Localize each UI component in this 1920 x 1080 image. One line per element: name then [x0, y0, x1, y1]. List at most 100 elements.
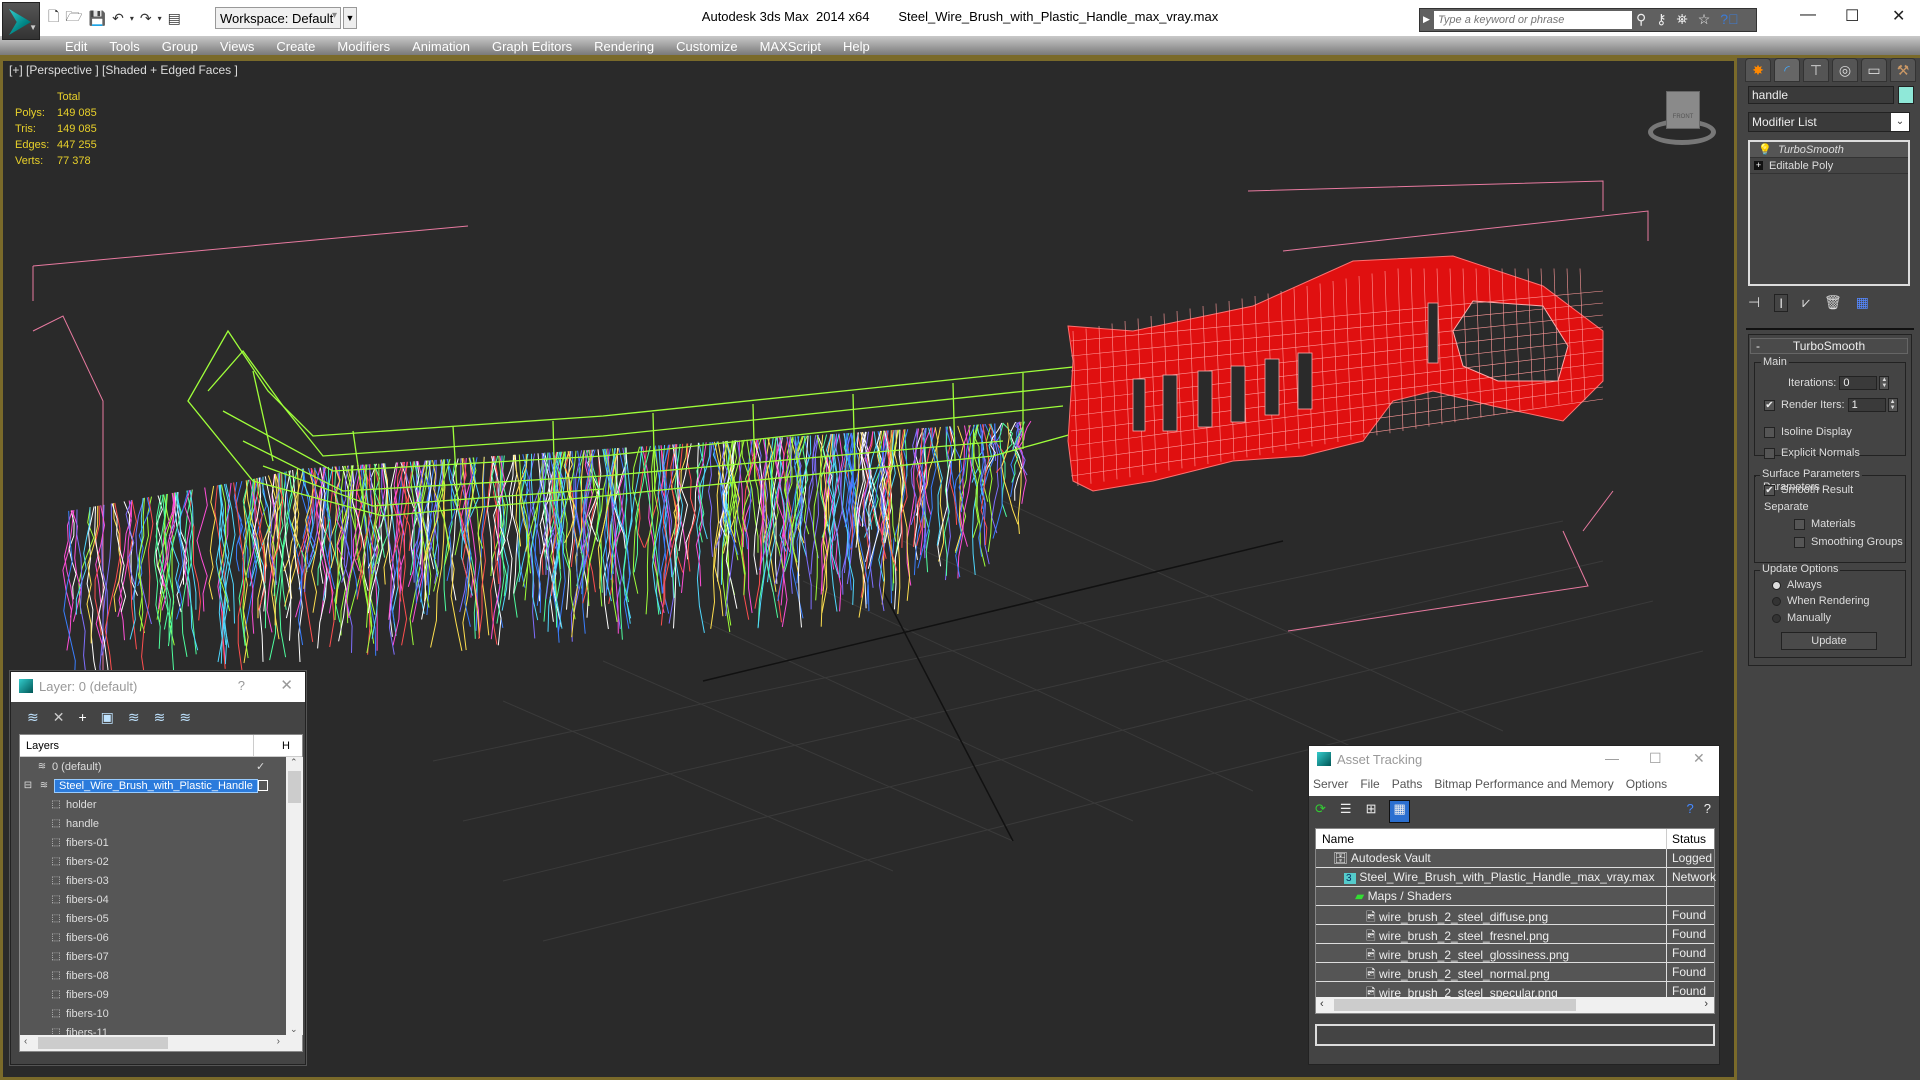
- layer-row[interactable]: ≋ 0 (default) ✓: [20, 757, 286, 776]
- tree-view-icon[interactable]: ⊞: [1366, 801, 1377, 822]
- viewcube[interactable]: FRONT: [1646, 91, 1718, 151]
- menu-server[interactable]: Server: [1313, 777, 1348, 796]
- pin-stack-icon[interactable]: ⊣: [1748, 294, 1760, 312]
- display-tab-icon[interactable]: ▭: [1861, 58, 1887, 82]
- scroll-thumb[interactable]: [38, 1037, 168, 1049]
- menu-tools[interactable]: Tools: [99, 39, 151, 54]
- key-icon[interactable]: ⚷: [1656, 11, 1666, 28]
- remove-modifier-icon[interactable]: 🗑: [1824, 294, 1842, 312]
- make-unique-icon[interactable]: ⩗: [1802, 294, 1810, 312]
- modify-tab-icon[interactable]: ◜: [1774, 58, 1800, 82]
- asset-row[interactable]: 🖻 wire_brush_2_steel_fresnel.png Found: [1316, 925, 1714, 944]
- help-button[interactable]: ?: [238, 678, 245, 693]
- object-row[interactable]: ⬚ fibers-07: [20, 947, 286, 966]
- scroll-right-icon[interactable]: ›: [277, 1036, 280, 1047]
- maximize-button[interactable]: ☐: [1845, 6, 1859, 26]
- asset-row[interactable]: 🗄 Autodesk Vault Logged O: [1316, 849, 1716, 868]
- object-row[interactable]: ⬚ fibers-04: [20, 890, 286, 909]
- menu-rendering[interactable]: Rendering: [584, 39, 666, 54]
- object-row[interactable]: ⬚ fibers-01: [20, 833, 286, 852]
- vertical-scrollbar[interactable]: ⌃ ⌄: [286, 757, 303, 1035]
- object-row[interactable]: ⬚ fibers-08: [20, 966, 286, 985]
- horizontal-scrollbar[interactable]: ‹ ›: [1316, 997, 1714, 1013]
- close-button[interactable]: ✕: [1892, 6, 1905, 26]
- help-icon[interactable]: ?⃝: [1720, 11, 1738, 28]
- minimize-button[interactable]: —: [1605, 750, 1619, 766]
- minimize-button[interactable]: —: [1800, 6, 1816, 24]
- binoculars-icon[interactable]: ⚲: [1636, 11, 1646, 28]
- menu-edit[interactable]: Edit: [55, 39, 99, 54]
- create-layer-icon[interactable]: ≋: [27, 709, 39, 732]
- asset-row[interactable]: 🖻 wire_brush_2_steel_glossiness.png Found: [1316, 944, 1714, 963]
- motion-tab-icon[interactable]: ◎: [1832, 58, 1858, 82]
- dialog-titlebar[interactable]: Asset Tracking — ☐ ✕: [1309, 746, 1719, 774]
- column-hide[interactable]: H: [282, 740, 290, 752]
- stack-item-turbosmooth[interactable]: 💡 TurboSmooth: [1750, 142, 1908, 158]
- object-row[interactable]: ⬚ fibers-06: [20, 928, 286, 947]
- scroll-down-icon[interactable]: ⌄: [290, 1024, 298, 1035]
- satellite-icon[interactable]: ⛯: [1677, 11, 1688, 28]
- scroll-thumb[interactable]: [288, 771, 301, 803]
- menu-group[interactable]: Group: [152, 39, 210, 54]
- collapse-icon[interactable]: ⊟: [22, 780, 34, 791]
- menu-file[interactable]: File: [1360, 777, 1379, 796]
- close-button[interactable]: ✕: [1693, 750, 1705, 767]
- list-view-icon[interactable]: ☰: [1340, 801, 1352, 822]
- menu-paths[interactable]: Paths: [1392, 777, 1423, 796]
- modifier-list-dropdown[interactable]: Modifier List ⌄: [1748, 112, 1910, 132]
- object-row[interactable]: ⬚ fibers-11: [20, 1023, 286, 1036]
- maximize-button[interactable]: ☐: [1649, 750, 1662, 767]
- vault-disconnected-icon[interactable]: ?: [1704, 801, 1711, 816]
- add-to-layer-icon[interactable]: +: [78, 709, 86, 732]
- column-name[interactable]: Name: [1322, 832, 1354, 846]
- close-button[interactable]: ✕: [280, 676, 293, 694]
- layer-row[interactable]: ⊟ ≋ Steel_Wire_Brush_with_Plastic_Handle: [20, 776, 286, 795]
- menu-customize[interactable]: Customize: [666, 39, 749, 54]
- viewport-label-menu[interactable]: [+] [Perspective ] [Shaded + Edged Faces…: [9, 63, 238, 77]
- menu-animation[interactable]: Animation: [402, 39, 482, 54]
- expand-plus-icon[interactable]: +: [1754, 161, 1763, 170]
- expand-arrow-icon[interactable]: ▶: [1423, 14, 1430, 25]
- object-row[interactable]: ⬚ fibers-03: [20, 871, 286, 890]
- current-layer-checkmark-icon[interactable]: ✓: [256, 760, 265, 773]
- scroll-left-icon[interactable]: ‹: [24, 1036, 27, 1047]
- lightbulb-icon[interactable]: 💡: [1758, 143, 1772, 156]
- select-layer-icon[interactable]: ≋: [128, 709, 140, 732]
- scroll-up-icon[interactable]: ⌃: [290, 757, 298, 768]
- menu-options[interactable]: Options: [1626, 777, 1667, 796]
- scroll-thumb[interactable]: [1334, 999, 1576, 1011]
- column-layers[interactable]: Layers: [26, 740, 59, 752]
- object-row[interactable]: ⬚ handle: [20, 814, 286, 833]
- configure-modifier-sets-icon[interactable]: ▦: [1856, 294, 1869, 312]
- utilities-tab-icon[interactable]: ⚒: [1890, 58, 1916, 82]
- object-name-field[interactable]: [1748, 86, 1894, 104]
- menu-maxscript[interactable]: MAXScript: [750, 39, 833, 54]
- asset-row[interactable]: 🖻 wire_brush_2_steel_normal.png Found: [1316, 963, 1714, 982]
- object-row[interactable]: ⬚ fibers-05: [20, 909, 286, 928]
- create-tab-icon[interactable]: ✸: [1745, 58, 1771, 82]
- dialog-titlebar[interactable]: Layer: 0 (default) ? ✕: [11, 672, 305, 702]
- star-icon[interactable]: ☆: [1698, 11, 1711, 28]
- hide-all-layers-icon[interactable]: ≋: [179, 709, 191, 732]
- horizontal-scrollbar[interactable]: ‹ ›: [20, 1035, 286, 1051]
- object-row[interactable]: ⬚ fibers-09: [20, 985, 286, 1004]
- object-row[interactable]: ⬚ holder: [20, 795, 286, 814]
- asset-path-field[interactable]: [1315, 1024, 1715, 1046]
- refresh-icon[interactable]: ⟳: [1315, 801, 1326, 822]
- keyword-search-input[interactable]: [1434, 11, 1632, 29]
- menu-modifiers[interactable]: Modifiers: [327, 39, 402, 54]
- object-row[interactable]: ⬚ fibers-02: [20, 852, 286, 871]
- application-menu-button[interactable]: ▼: [2, 2, 40, 40]
- select-objects-icon[interactable]: ▣: [101, 709, 114, 732]
- menu-graph-editors[interactable]: Graph Editors: [482, 39, 584, 54]
- hide-toggle[interactable]: [258, 780, 268, 791]
- vault-help-icon[interactable]: ?: [1687, 801, 1694, 816]
- asset-row[interactable]: 🖻 wire_brush_2_steel_diffuse.png Found: [1316, 906, 1714, 925]
- delete-layer-icon[interactable]: ✕: [53, 709, 65, 732]
- scroll-left-icon[interactable]: ‹: [1320, 998, 1324, 1010]
- asset-row[interactable]: ▰ Maps / Shaders: [1316, 887, 1714, 906]
- table-view-icon[interactable]: ▦: [1389, 800, 1410, 823]
- menu-create[interactable]: Create: [266, 39, 327, 54]
- object-row[interactable]: ⬚ fibers-10: [20, 1004, 286, 1023]
- asset-row[interactable]: 3 Steel_Wire_Brush_with_Plastic_Handle_m…: [1316, 868, 1716, 887]
